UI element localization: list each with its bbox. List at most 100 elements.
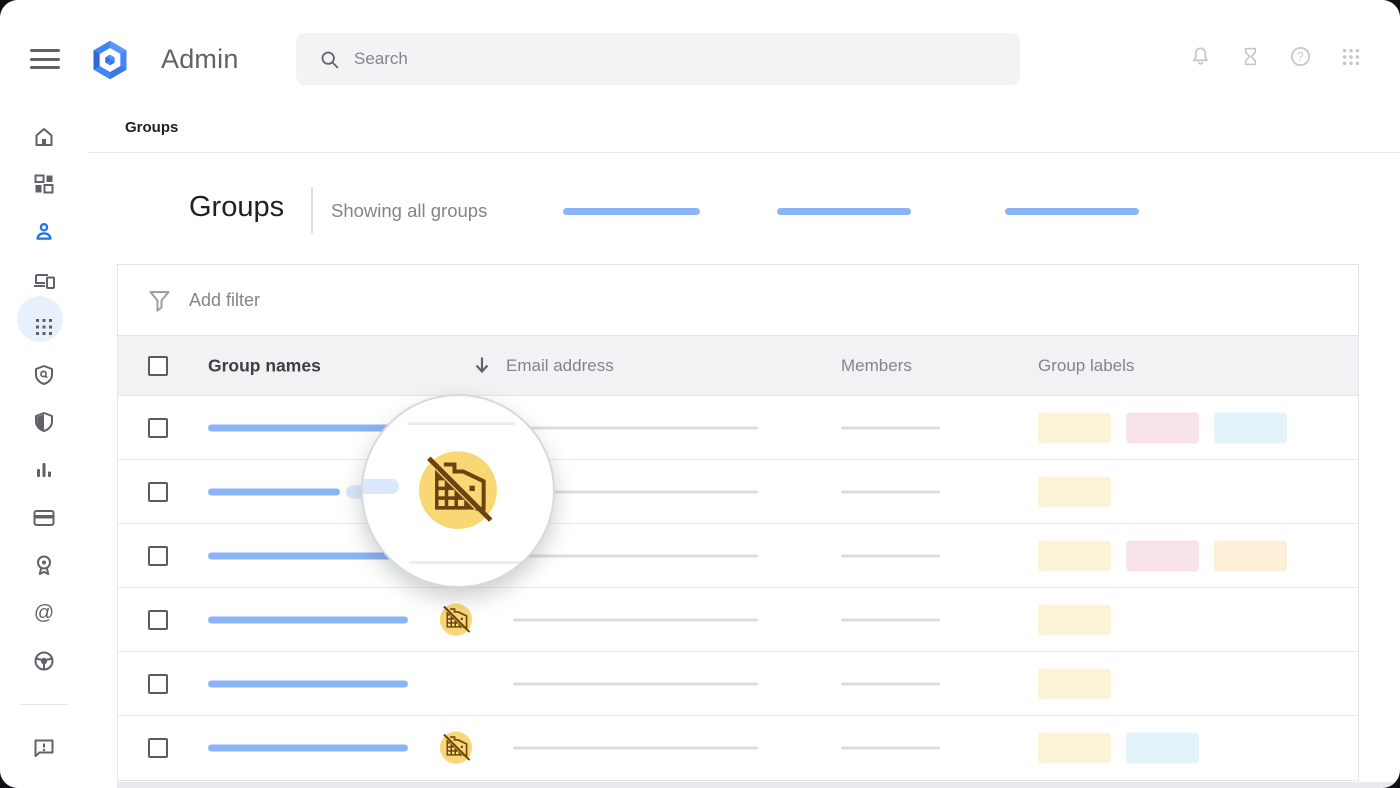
hourglass-icon[interactable] [1240,45,1261,68]
menu-icon[interactable] [30,49,60,71]
svg-text:@: @ [34,602,54,624]
column-header-email[interactable]: Email address [506,356,614,376]
external-group-building-disabled-icon [412,445,504,537]
add-filter-button[interactable]: Add filter [118,265,1358,336]
groups-table: Add filter Group names Email address Mem… [117,264,1359,781]
devices-icon[interactable] [32,268,56,292]
dashboard-icon[interactable] [32,172,56,196]
page-subtitle: Showing all groups [331,200,487,222]
group-name-placeholder [208,424,408,431]
column-header-group-names[interactable]: Group names [208,355,321,376]
title-divider [311,187,313,233]
group-label-chip-yellow [1038,604,1111,635]
zoom-lens-callout [361,394,555,588]
group-label-chip-blue [1214,412,1287,443]
column-header-members[interactable]: Members [841,356,912,376]
column-header-group-labels[interactable]: Group labels [1038,356,1134,376]
top-bar: Admin Search ? [0,0,1400,100]
email-placeholder [513,426,758,429]
search-input[interactable]: Search [296,33,1020,85]
svg-text:?: ? [1297,52,1303,64]
group-name-placeholder [208,552,408,559]
group-labels-cell [1038,668,1111,699]
reporting-chart-icon[interactable] [32,458,56,482]
directory-person-icon[interactable] [32,220,56,244]
table-row[interactable] [118,460,1358,524]
magnified-name-placeholder-tail [361,479,399,494]
table-row[interactable] [118,588,1358,652]
group-label-chip-yellow [1038,733,1111,764]
group-name-placeholder [208,488,340,495]
security-shield-search-icon[interactable] [32,363,56,387]
shield-half-icon[interactable] [32,410,56,434]
apps-icon[interactable] [32,315,56,339]
home-icon[interactable] [32,125,56,149]
email-placeholder [513,554,758,557]
feedback-icon[interactable] [32,736,56,760]
group-label-chip-yellow [1038,412,1111,443]
row-checkbox[interactable] [148,674,168,694]
group-label-chip-yellow [1038,476,1111,507]
search-placeholder: Search [354,49,408,69]
group-label-chip-pink [1126,412,1199,443]
page-title: Groups [189,191,284,224]
row-checkbox[interactable] [148,738,168,758]
group-name-placeholder [208,616,408,623]
at-sign-icon[interactable]: @ [32,601,56,625]
select-all-checkbox[interactable] [148,356,168,376]
table-body [118,396,1358,780]
bottom-edge-strip [117,782,1400,788]
group-label-chip-blue [1126,733,1199,764]
notifications-icon[interactable] [1189,45,1212,68]
members-placeholder [841,618,940,621]
row-checkbox[interactable] [148,482,168,502]
app-title: Admin [161,44,239,75]
members-placeholder [841,554,940,557]
billing-card-icon[interactable] [32,506,56,530]
members-placeholder [841,747,940,750]
members-placeholder [841,426,940,429]
external-group-building-disabled-icon [437,601,475,639]
table-row[interactable] [118,716,1358,780]
group-label-chip-pink [1126,540,1199,571]
group-name-placeholder [208,745,408,752]
row-checkbox[interactable] [148,610,168,630]
search-icon [319,49,340,70]
add-filter-label: Add filter [189,290,260,311]
table-row[interactable] [118,396,1358,460]
filter-funnel-icon [146,287,173,314]
email-placeholder [513,682,758,685]
group-label-chip-yellow [1038,668,1111,699]
row-checkbox[interactable] [148,546,168,566]
sidebar-divider [20,704,68,705]
steering-wheel-icon[interactable] [32,649,56,673]
external-group-building-disabled-icon [437,729,475,767]
header-placeholder-pill [777,208,911,215]
row-checkbox[interactable] [148,418,168,438]
badge-icon[interactable] [32,553,56,577]
email-placeholder [513,618,758,621]
group-name-placeholder [208,680,408,687]
members-placeholder [841,490,940,493]
admin-console-window: Admin Search ? [0,0,1400,788]
sort-descending-arrow-icon[interactable] [470,353,494,377]
header-divider [88,152,1400,153]
table-row[interactable] [118,524,1358,588]
group-labels-cell [1038,540,1287,571]
group-labels-cell [1038,604,1111,635]
group-labels-cell [1038,733,1199,764]
magnified-email-placeholder [407,422,515,425]
magnified-email-placeholder [409,561,535,564]
group-labels-cell [1038,412,1287,443]
sidebar-nav: @ [0,100,88,788]
help-icon[interactable]: ? [1289,45,1312,68]
group-label-chip-cream [1214,540,1287,571]
header-placeholder-pill [1005,208,1139,215]
table-row[interactable] [118,652,1358,716]
group-labels-cell [1038,476,1111,507]
members-placeholder [841,682,940,685]
google-admin-logo [88,38,132,82]
apps-grid-icon[interactable] [1340,46,1362,68]
breadcrumb: Groups [125,119,178,136]
header-placeholder-pill [563,208,700,215]
